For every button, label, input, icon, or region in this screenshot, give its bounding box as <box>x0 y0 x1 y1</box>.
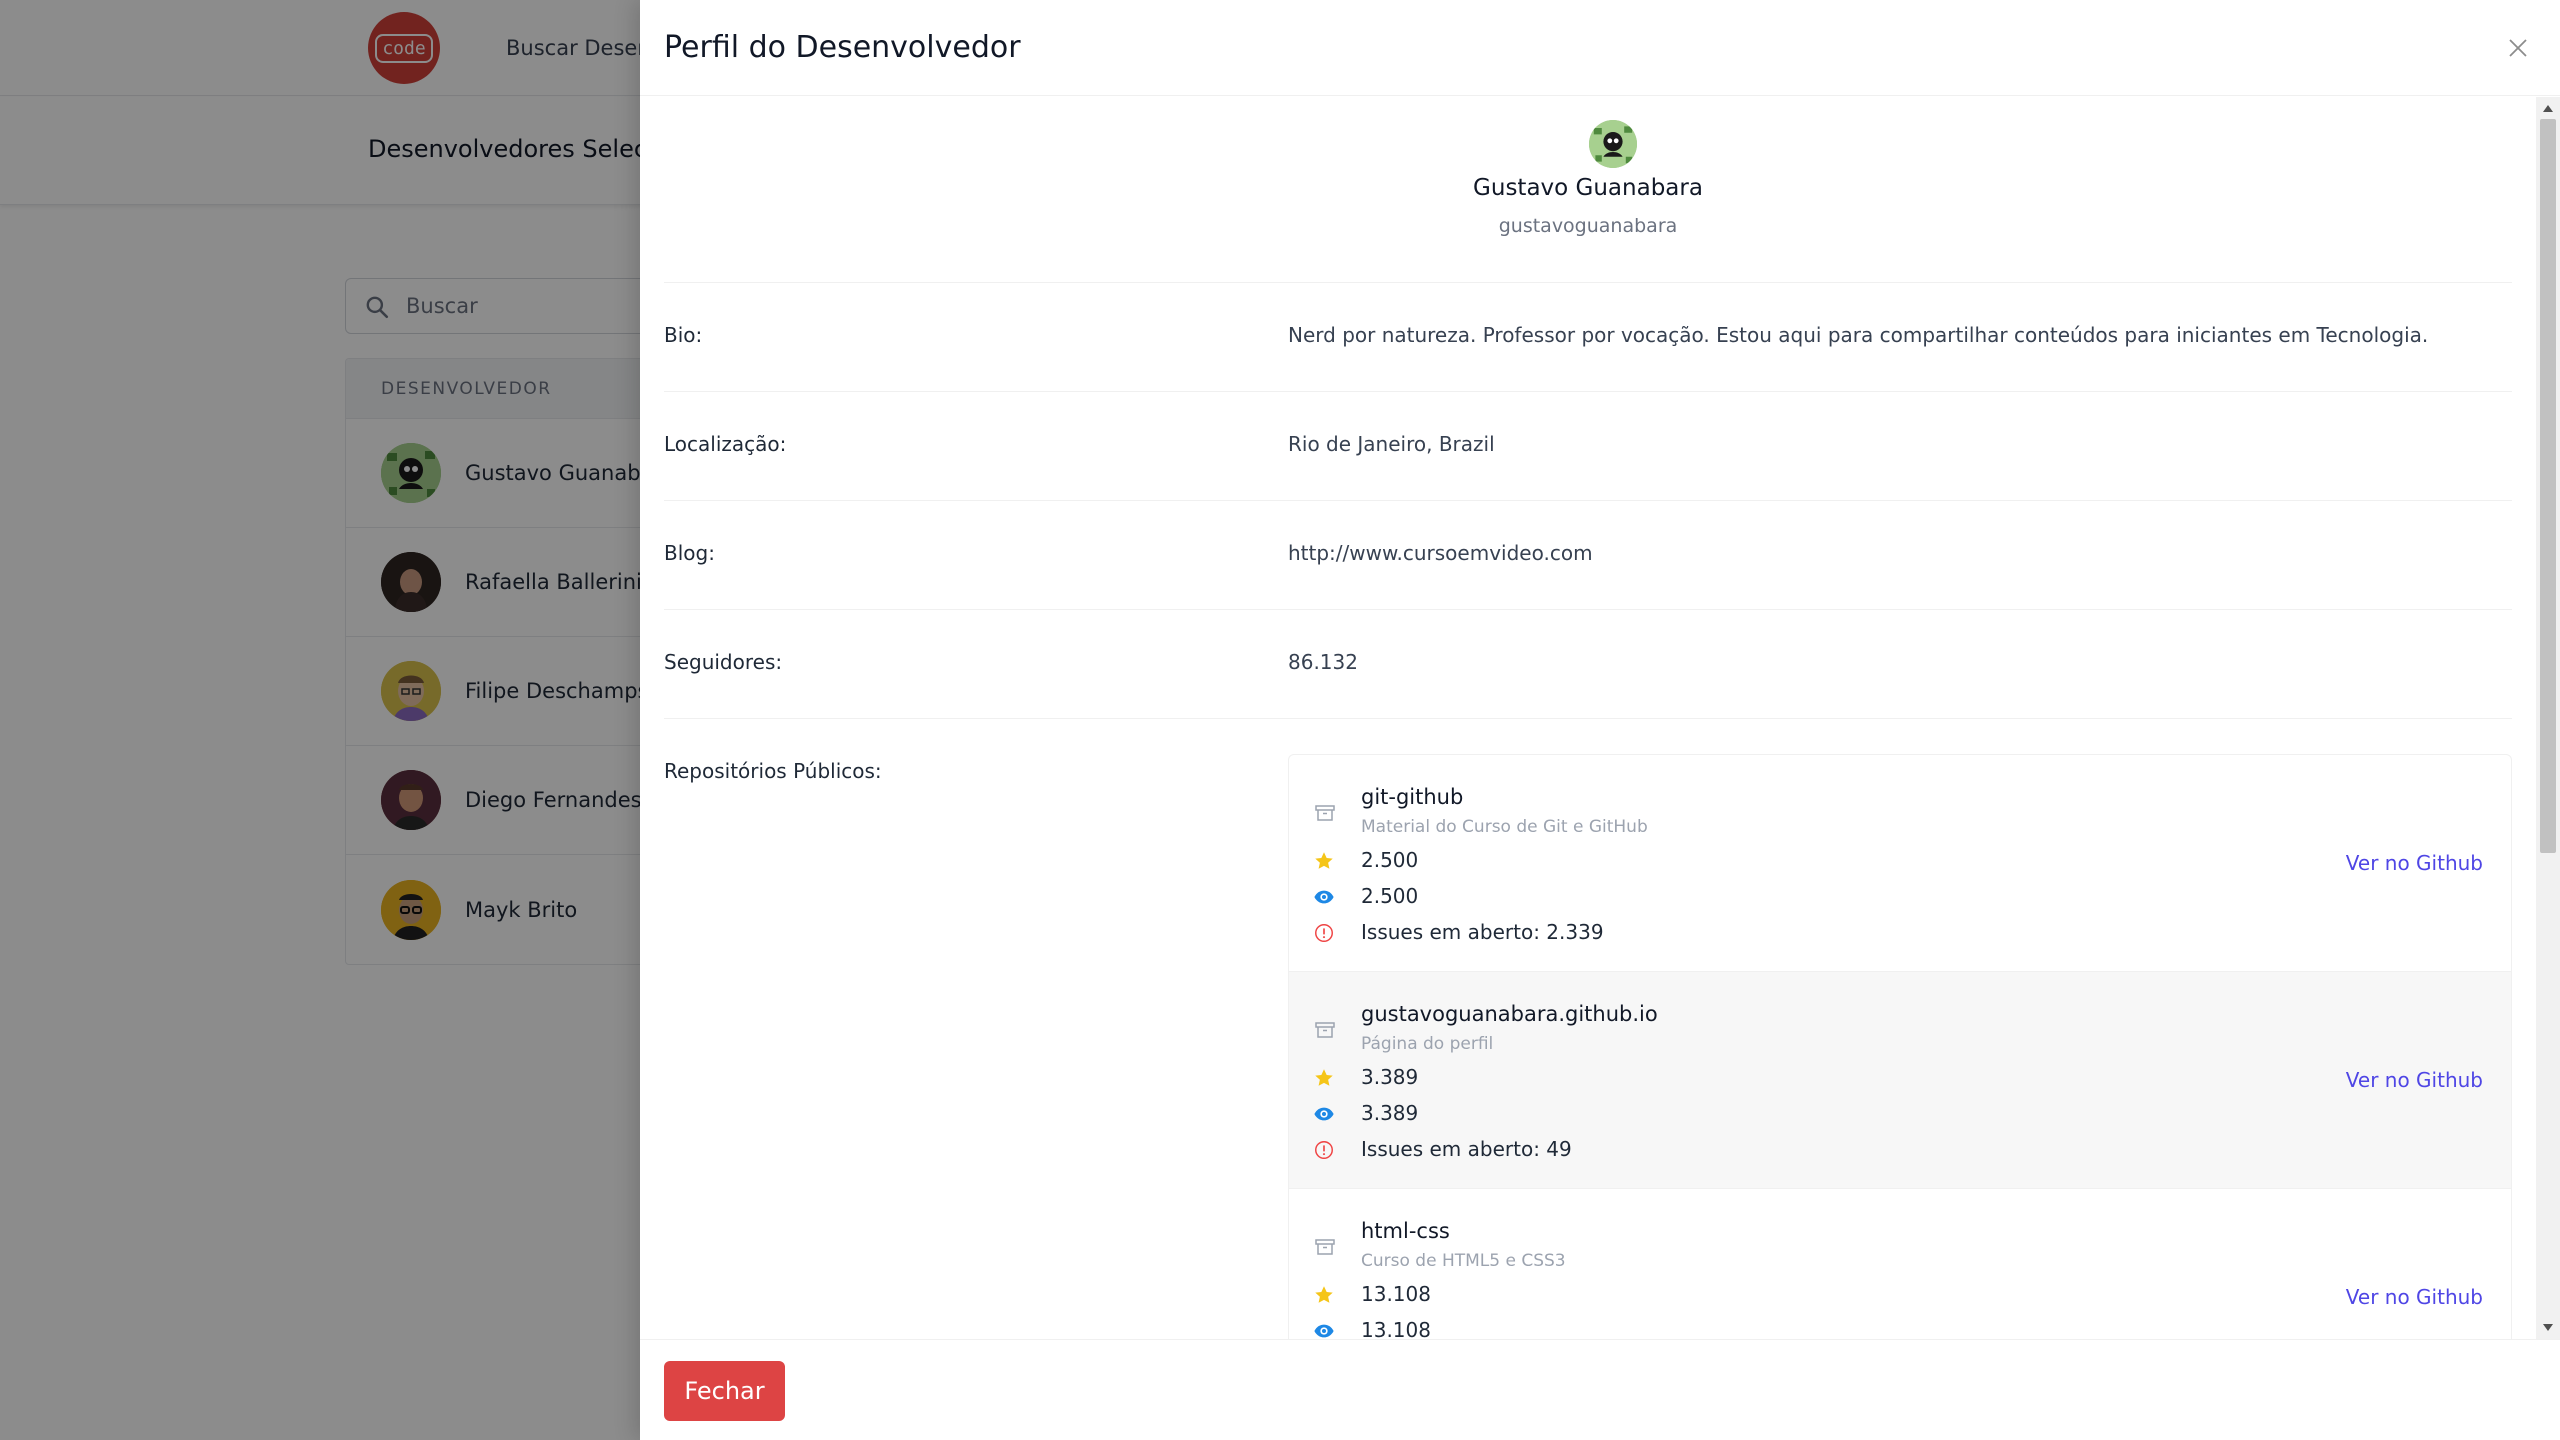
star-icon <box>1315 852 1333 869</box>
repo-list: git-github Material do Curso de Git e Gi… <box>1288 754 2512 1339</box>
repo-name: html-css <box>1361 1219 1450 1243</box>
list-item: html-css Curso de HTML5 e CSS3 13.108 13… <box>1289 1189 2511 1339</box>
star-icon <box>1315 1286 1333 1303</box>
repo-issues: Issues em aberto: 2.339 <box>1361 920 1604 944</box>
repo-watchers: 3.389 <box>1361 1101 1419 1125</box>
archive-icon <box>1315 1022 1335 1038</box>
profile-header: Gustavo Guanabara gustavoguanabara <box>664 97 2512 283</box>
repo-name: gustavoguanabara.github.io <box>1361 1002 1658 1026</box>
eye-icon <box>1314 1107 1334 1121</box>
scrollbar-thumb[interactable] <box>2540 119 2556 853</box>
list-item: gustavoguanabara.github.io Página do per… <box>1289 972 2511 1189</box>
repo-watchers: 13.108 <box>1361 1318 1431 1339</box>
repos-label: Repositórios Públicos: <box>664 759 882 783</box>
repo-description: Material do Curso de Git e GitHub <box>1361 817 1648 837</box>
ver-no-github-link[interactable]: Ver no Github <box>2346 1285 2483 1309</box>
info-value: Rio de Janeiro, Brazil <box>1288 432 1495 456</box>
repo-description: Página do perfil <box>1361 1034 1494 1054</box>
repo-stars: 2.500 <box>1361 848 1419 872</box>
scroll-up-arrow-icon[interactable] <box>2543 105 2553 112</box>
repo-stars: 13.108 <box>1361 1282 1431 1306</box>
info-value: http://www.cursoemvideo.com <box>1288 541 1593 565</box>
drawer-footer: Fechar <box>640 1339 2560 1440</box>
repo-stars: 3.389 <box>1361 1065 1419 1089</box>
close-button[interactable] <box>2500 30 2536 66</box>
repo-watchers: 2.500 <box>1361 884 1419 908</box>
close-icon <box>2509 39 2527 57</box>
avatar <box>1589 120 1637 168</box>
drawer-title: Perfil do Desenvolvedor <box>664 30 1021 65</box>
ver-no-github-link[interactable]: Ver no Github <box>2346 1068 2483 1092</box>
info-label: Localização: <box>664 432 787 456</box>
ver-no-github-link[interactable]: Ver no Github <box>2346 851 2483 875</box>
scroll-down-arrow-icon[interactable] <box>2543 1324 2553 1331</box>
repo-name: git-github <box>1361 785 1464 809</box>
drawer-body: Gustavo Guanabara gustavoguanabara Bio: … <box>640 97 2560 1339</box>
star-icon <box>1315 1069 1333 1086</box>
info-row-localizacao: Localização: Rio de Janeiro, Brazil <box>664 392 2512 501</box>
alert-circle-icon <box>1315 924 1333 942</box>
repo-issues: Issues em aberto: 49 <box>1361 1137 1572 1161</box>
repo-description: Curso de HTML5 e CSS3 <box>1361 1251 1566 1271</box>
info-value: 86.132 <box>1288 650 1358 674</box>
archive-icon <box>1315 1239 1335 1255</box>
drawer-header: Perfil do Desenvolvedor <box>640 0 2560 96</box>
profile-name: Gustavo Guanabara <box>1473 175 1703 201</box>
info-label: Blog: <box>664 541 715 565</box>
archive-icon <box>1315 805 1335 821</box>
eye-icon <box>1314 1324 1334 1338</box>
eye-icon <box>1314 890 1334 904</box>
info-label: Seguidores: <box>664 650 783 674</box>
info-row-bio: Bio: Nerd por natureza. Professor por vo… <box>664 283 2512 392</box>
info-value: Nerd por natureza. Professor por vocação… <box>1288 323 2429 347</box>
profile-login: gustavoguanabara <box>1498 215 1678 237</box>
drawer-scrollbar[interactable] <box>2536 97 2560 1339</box>
list-item: git-github Material do Curso de Git e Gi… <box>1289 755 2511 972</box>
alert-circle-icon <box>1315 1141 1333 1159</box>
fechar-button[interactable]: Fechar <box>664 1361 785 1421</box>
profile-drawer: Perfil do Desenvolvedor Gustavo Guanabar… <box>640 0 2560 1440</box>
info-row-blog: Blog: http://www.cursoemvideo.com <box>664 501 2512 610</box>
info-label: Bio: <box>664 323 703 347</box>
info-row-seguidores: Seguidores: 86.132 <box>664 610 2512 719</box>
